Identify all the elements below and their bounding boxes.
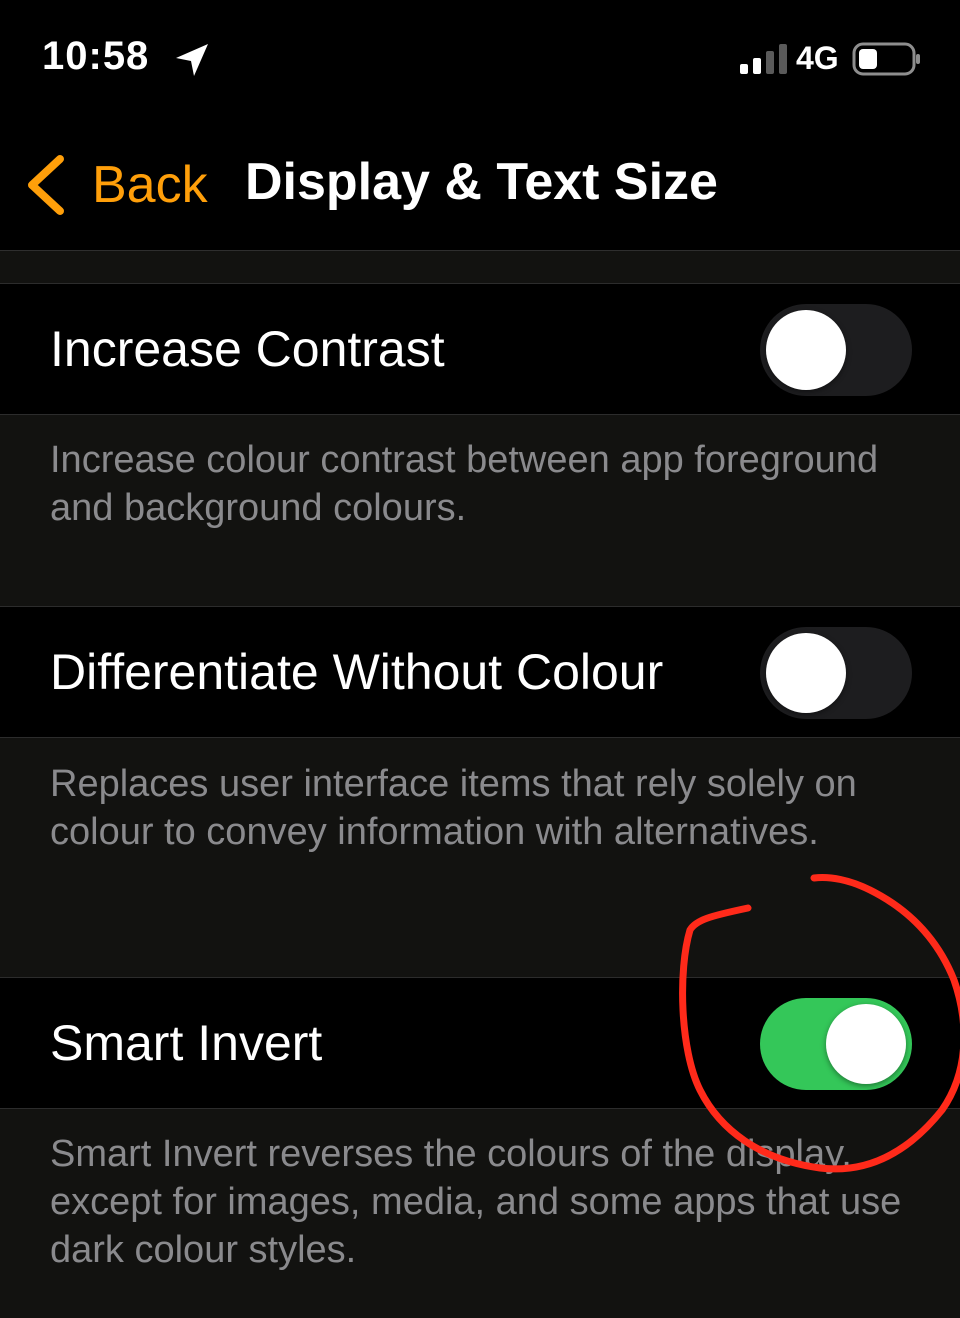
increase-contrast-toggle[interactable] [760, 304, 912, 396]
settings-screen: 10:58 4G Back Display & Text Size Increa… [0, 0, 960, 1318]
toggle-knob [766, 310, 846, 390]
location-arrow-icon [176, 44, 208, 76]
setting-label: Differentiate Without Colour [50, 644, 664, 700]
chevron-left-icon [28, 155, 64, 215]
toggle-knob [826, 1004, 906, 1084]
cellular-signal-icon [740, 44, 787, 74]
toggle-knob [766, 633, 846, 713]
setting-footer-smart-invert: Smart Invert reverses the colours of the… [50, 1133, 902, 1271]
setting-footer-increase-contrast: Increase colour contrast between app for… [50, 439, 879, 529]
battery-icon [852, 42, 920, 76]
setting-label: Smart Invert [50, 1015, 323, 1071]
setting-row-smart-invert: Smart Invert [0, 977, 960, 1109]
network-type: 4G [796, 40, 839, 76]
setting-row-increase-contrast: Increase Contrast [0, 283, 960, 415]
differentiate-without-colour-toggle[interactable] [760, 627, 912, 719]
page-title: Display & Text Size [245, 153, 718, 211]
smart-invert-toggle[interactable] [760, 998, 912, 1090]
back-label: Back [92, 156, 208, 214]
status-bar: 10:58 4G [0, 0, 960, 120]
setting-label: Increase Contrast [50, 321, 445, 377]
navigation-bar: Back Display & Text Size [0, 120, 960, 251]
back-button[interactable]: Back [22, 150, 208, 220]
setting-footer-differentiate-without-colour: Replaces user interface items that rely … [50, 763, 857, 853]
status-time: 10:58 [42, 34, 150, 78]
setting-row-differentiate-without-colour: Differentiate Without Colour [0, 606, 960, 738]
